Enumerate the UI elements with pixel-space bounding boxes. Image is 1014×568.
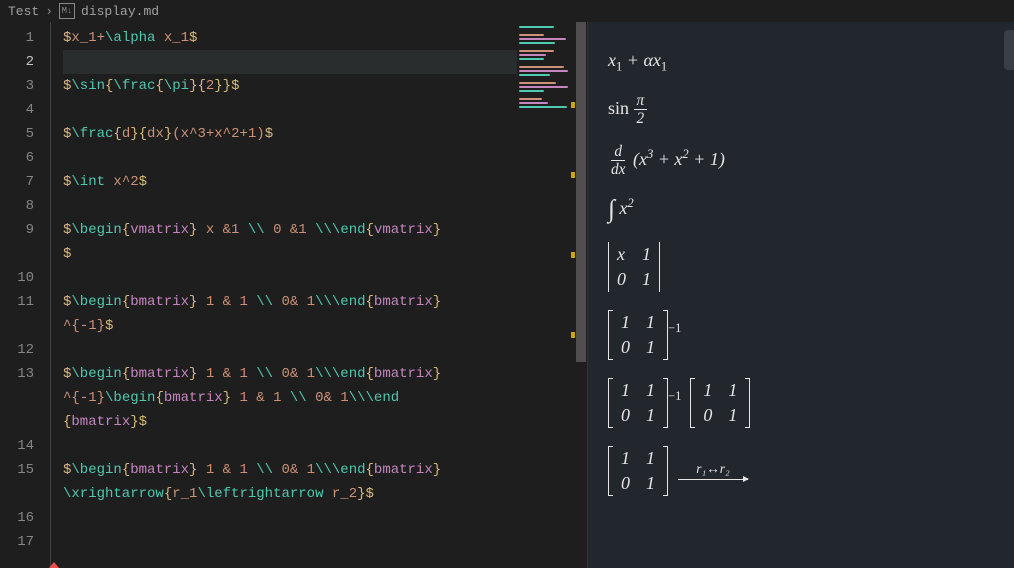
line-number: 4 — [0, 98, 34, 122]
preview-item: ddx (x3 + x2 + 1) — [608, 144, 994, 178]
line-number — [0, 482, 34, 506]
error-indicator-icon — [49, 562, 59, 568]
vertical-scrollbar[interactable] — [573, 22, 587, 568]
breadcrumb-root[interactable]: Test — [8, 4, 39, 19]
preview-item: x1 + αx1 — [608, 50, 994, 75]
line-number: 3 — [0, 74, 34, 98]
line-number: 10 — [0, 266, 34, 290]
preview-item: x101 — [608, 242, 994, 292]
code-line[interactable] — [63, 146, 517, 170]
code-line[interactable]: $\begin{bmatrix} 1 & 1 \\ 0& 1\\\end{bma… — [63, 290, 517, 314]
line-number: 16 — [0, 506, 34, 530]
code-line[interactable]: \xrightarrow{r_1\leftrightarrow r_2}$ — [63, 482, 517, 506]
line-number: 5 — [0, 122, 34, 146]
line-number: 12 — [0, 338, 34, 362]
breadcrumb[interactable]: Test › M↓ display.md — [0, 0, 1014, 22]
code-line[interactable]: $\frac{d}{dx}(x^3+x^2+1)$ — [63, 122, 517, 146]
code-line[interactable]: $\sin{\frac{\pi}{2}}$ — [63, 74, 517, 98]
markdown-file-icon: M↓ — [59, 3, 75, 19]
code-line[interactable]: $\begin{vmatrix} x &1 \\ 0 &1 \\\end{vma… — [63, 218, 517, 242]
side-panel-toggle[interactable] — [1004, 30, 1014, 70]
code-line[interactable] — [63, 194, 517, 218]
code-line[interactable]: $\begin{bmatrix} 1 & 1 \\ 0& 1\\\end{bma… — [63, 362, 517, 386]
code-line[interactable]: $\int x^2$ — [63, 170, 517, 194]
line-number — [0, 242, 34, 266]
line-number: 6 — [0, 146, 34, 170]
code-line[interactable] — [63, 98, 517, 122]
chevron-right-icon: › — [45, 4, 53, 19]
line-number: 13 — [0, 362, 34, 386]
line-number: 11 — [0, 290, 34, 314]
overview-ruler — [571, 22, 575, 568]
code-editor[interactable]: 1234567891011121314151617 $x_1+\alpha x_… — [0, 22, 588, 568]
code-line[interactable] — [63, 530, 517, 554]
code-line[interactable] — [63, 266, 517, 290]
code-line[interactable]: $\begin{bmatrix} 1 & 1 \\ 0& 1\\\end{bma… — [63, 458, 517, 482]
line-number: 2 — [0, 50, 34, 74]
code-area[interactable]: $x_1+\alpha x_1$ $\sin{\frac{\pi}{2}}$ $\f… — [50, 22, 517, 568]
code-line[interactable]: ^{-1}\begin{bmatrix} 1 & 1 \\ 0& 1\\\end — [63, 386, 517, 410]
line-number-gutter: 1234567891011121314151617 — [0, 22, 50, 568]
line-number: 14 — [0, 434, 34, 458]
line-number — [0, 386, 34, 410]
code-line[interactable]: ^{-1}$ — [63, 314, 517, 338]
code-line[interactable] — [63, 338, 517, 362]
preview-item: 1101r₁↔r₂ — [608, 446, 994, 496]
code-line[interactable] — [63, 506, 517, 530]
line-number — [0, 314, 34, 338]
code-line[interactable] — [63, 434, 517, 458]
line-number: 17 — [0, 530, 34, 554]
code-line[interactable]: {bmatrix}$ — [63, 410, 517, 434]
preview-item: 1101−1 — [608, 310, 994, 360]
line-number — [0, 410, 34, 434]
breadcrumb-file[interactable]: display.md — [81, 4, 159, 19]
code-line[interactable]: $x_1+\alpha x_1$ — [63, 26, 517, 50]
line-number: 15 — [0, 458, 34, 482]
markdown-preview: x1 + αx1 sin π2 ddx (x3 + x2 + 1) ∫ x2 x101 1… — [588, 22, 1014, 568]
line-number: 1 — [0, 26, 34, 50]
line-number: 9 — [0, 218, 34, 242]
preview-item: ∫ x2 — [608, 196, 994, 224]
line-number: 8 — [0, 194, 34, 218]
preview-item: 1101−1 1101 — [608, 378, 994, 428]
scrollbar-thumb[interactable] — [576, 22, 586, 362]
code-line[interactable]: $ — [63, 242, 517, 266]
preview-item: sin π2 — [608, 93, 994, 127]
code-line[interactable] — [63, 50, 517, 74]
line-number: 7 — [0, 170, 34, 194]
